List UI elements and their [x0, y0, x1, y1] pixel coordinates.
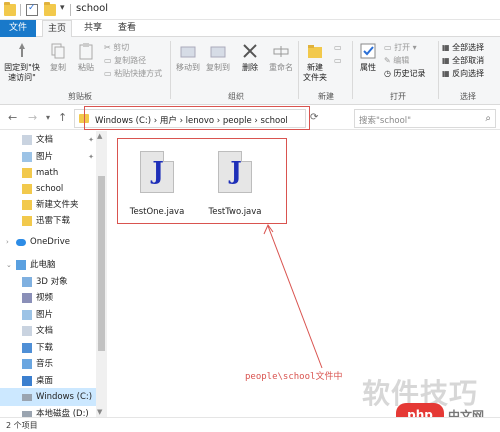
annotation-arrow [263, 223, 323, 369]
annotation-text: people\school文件中 [245, 372, 343, 382]
explorer-window: ▾ school 文件 主页 共享 查看 固定到"快 速访问" 复制 粘贴 ✂ … [0, 0, 500, 432]
item-count: 2 个项目 [6, 421, 38, 430]
status-bar: 2 个项目 [0, 417, 500, 432]
